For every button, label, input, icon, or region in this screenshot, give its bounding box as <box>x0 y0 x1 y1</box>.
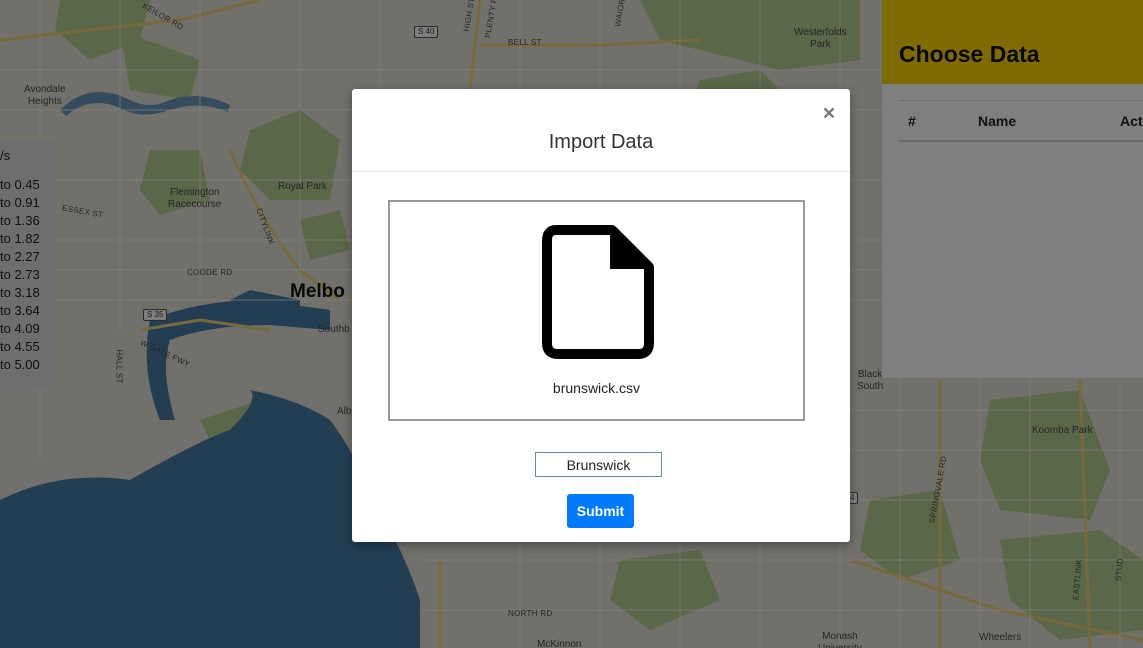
import-data-modal: Import Data × brunswick.csv Submit <box>352 89 850 542</box>
app-screen: Avondale Heights Flemington Racecourse R… <box>0 0 1143 648</box>
modal-title: Import Data <box>548 131 654 153</box>
modal-header: Import Data × <box>352 89 850 172</box>
file-dropzone[interactable]: brunswick.csv <box>388 200 805 421</box>
file-icon <box>542 225 654 359</box>
close-button[interactable]: × <box>819 103 839 125</box>
submit-button[interactable]: Submit <box>567 494 634 528</box>
dataset-name-input[interactable] <box>535 452 662 477</box>
file-name: brunswick.csv <box>552 380 641 396</box>
